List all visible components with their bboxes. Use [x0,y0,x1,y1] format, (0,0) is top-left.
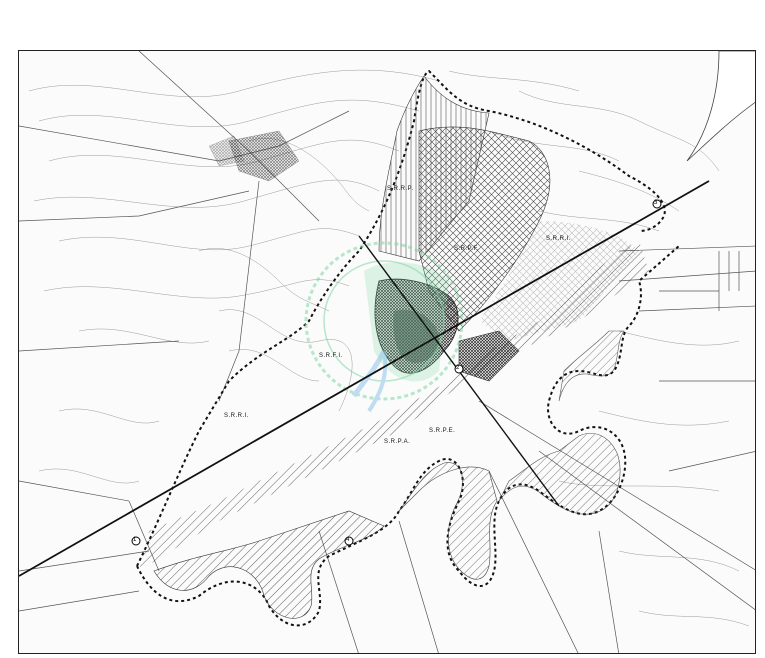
zone-label-srri-east: S.R.R.I. [546,236,572,242]
node-label-3: 3 [654,200,658,206]
node-label-1: 1 [133,537,137,543]
coastline [686,51,755,162]
map-canvas [19,51,755,653]
map-frame: S.R.R.P. S.R.P.F. S.R.R.I. S.R.R.I. S.R.… [18,50,756,654]
town-cluster [208,130,300,182]
zone-label-srfi: S.R.F.I. [319,353,343,359]
zone-label-srpf: S.R.P.F. [454,246,480,252]
southern-lobes [153,330,625,619]
node-label-2: 2 [456,365,460,371]
node-label-4: 4 [346,537,350,543]
zone-label-srri-west: S.R.R.I. [224,413,250,419]
zone-label-srpa: S.R.P.A. [384,439,411,445]
zone-label-srrp: S.R.R.P. [387,186,414,192]
main-axis-line [19,180,710,577]
zone-label-srpe: S.R.P.E. [429,428,456,434]
